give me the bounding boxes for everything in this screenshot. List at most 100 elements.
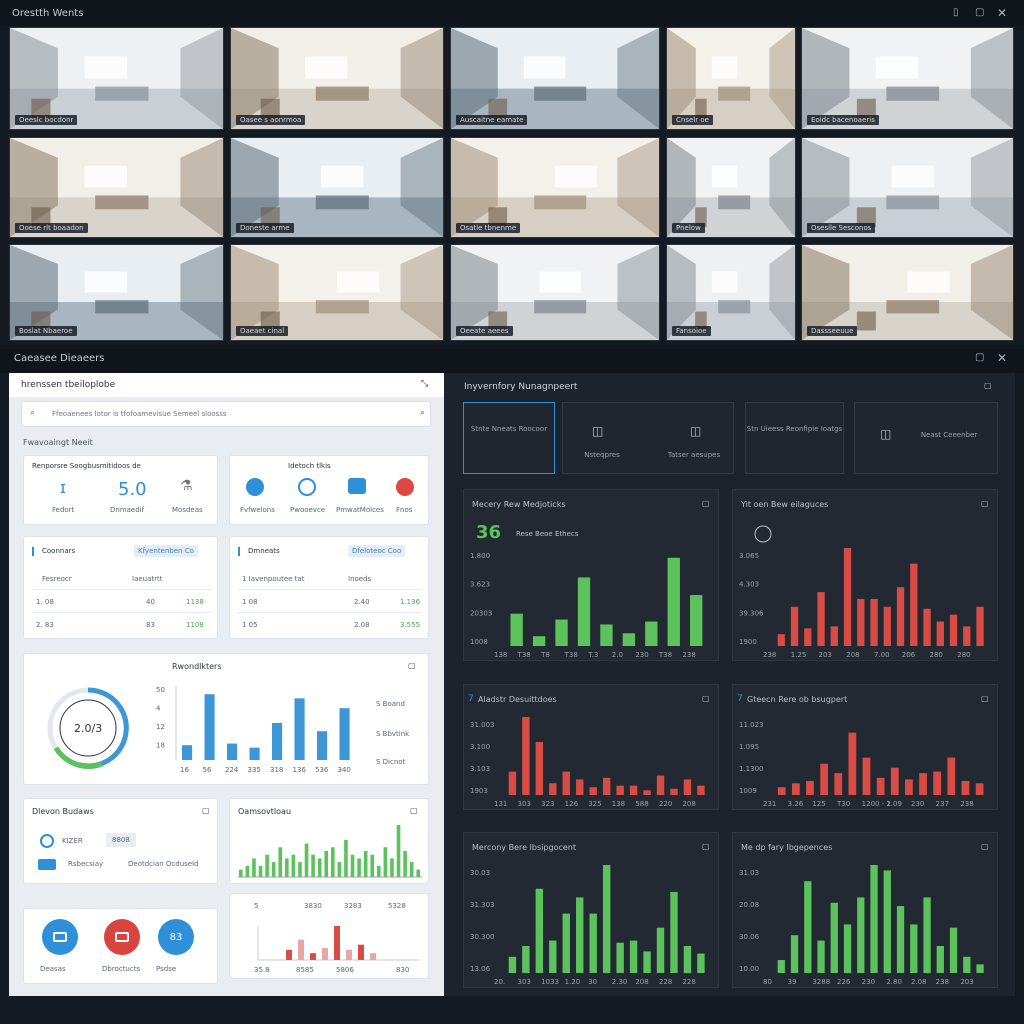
bar	[589, 787, 597, 795]
tile-label: Tatser aesupes	[667, 451, 721, 459]
table-cell: 1 05	[242, 621, 258, 629]
chat-icon[interactable]: ▢	[981, 694, 989, 703]
camera-label: Ooese rlt boaadon	[15, 223, 88, 233]
chart-title: Aladstr Desuittdoes	[478, 695, 557, 704]
title-mark: 7	[737, 694, 743, 704]
minimize-icon[interactable]: ▯	[953, 7, 959, 18]
bar	[976, 606, 984, 646]
camera-feed[interactable]: Doneste arme	[230, 137, 444, 238]
camera-feed[interactable]: Eoidc bacenoaeris	[801, 27, 1014, 130]
search-bar[interactable]: ⌕ Ffeoaenees lotor is tfofoamevisue Seme…	[21, 401, 431, 427]
x-tick-label: 238	[936, 978, 949, 986]
bar	[204, 694, 215, 760]
x-tick-label: 238	[960, 800, 973, 808]
bar	[278, 847, 283, 877]
camera-feed[interactable]: Oeeate aeees	[450, 244, 660, 341]
x-tick-label: 8585	[296, 966, 314, 974]
y-tick-label: 3.103	[470, 765, 490, 773]
camera-feed[interactable]: Cnselr oe	[666, 27, 796, 130]
legend-item: S Boand	[376, 700, 405, 708]
chart-card: Mecery Rew Medjoticks ▢ 36 Rese Beoe Ethecs…	[463, 489, 719, 661]
maximize-icon[interactable]: ▢	[975, 7, 984, 18]
grid-icon[interactable]	[348, 478, 366, 494]
chat-icon[interactable]: ▢	[702, 842, 710, 851]
x-tick-label: 203	[819, 651, 832, 659]
stat-tile[interactable]	[463, 402, 555, 474]
x-tick-label: 1.25	[791, 651, 807, 659]
x-tick-label: 138	[494, 651, 507, 659]
x-tick-label: 208	[846, 651, 859, 659]
camera-feed[interactable]: Boslat Nbaeroe	[9, 244, 224, 341]
target-icon[interactable]	[298, 478, 316, 496]
close-icon[interactable]: ✕	[997, 6, 1007, 20]
camera-feed[interactable]: Osatie tbnenme	[450, 137, 660, 238]
camera-label: Boslat Nbaeroe	[15, 326, 77, 336]
alert-icon[interactable]	[396, 478, 414, 496]
y-tick-label: 1009	[739, 787, 757, 795]
bar	[848, 732, 857, 795]
maximize-icon[interactable]: ▢	[975, 352, 984, 363]
location-icon[interactable]	[246, 478, 264, 496]
bar	[697, 953, 705, 973]
y-tick-label: 3.623	[470, 581, 490, 589]
camera-feed[interactable]: Auscaitne eamate	[450, 27, 660, 130]
camera-feed[interactable]: Oeeslc bocdonr	[9, 27, 224, 130]
chat-icon[interactable]: ▢	[410, 806, 418, 815]
chat-icon[interactable]: ▢	[702, 694, 710, 703]
y-tick-label: 13.06	[470, 965, 491, 973]
collapse-icon[interactable]: ⤡	[421, 379, 428, 389]
chat-icon[interactable]: ▢	[981, 499, 989, 508]
stat-tile[interactable]	[562, 402, 734, 474]
search-icon[interactable]: ⌕	[420, 408, 425, 418]
device-tag[interactable]: 8808	[106, 833, 136, 847]
bar	[616, 942, 624, 973]
bar	[304, 843, 309, 877]
bar	[834, 773, 843, 795]
camera-feed[interactable]: Osesile Sesconos	[801, 137, 1014, 238]
chat-icon[interactable]: ▢	[408, 661, 416, 670]
filter-tag[interactable]: Dfeloteoc Coo	[348, 545, 406, 557]
bar	[949, 927, 958, 973]
bar	[344, 839, 348, 877]
bar	[667, 557, 680, 646]
bar	[227, 743, 238, 760]
bar	[862, 757, 871, 795]
search-input[interactable]: Ffeoaenees lotor is tfofoamevisue Semeel…	[52, 410, 227, 418]
badge-icon[interactable]: 83	[158, 919, 194, 955]
chat-icon[interactable]: ▢	[984, 381, 992, 390]
bar	[549, 783, 557, 795]
camera-feed[interactable]: Oaeaet cinal	[230, 244, 444, 341]
bar	[396, 825, 401, 877]
summary-card-title: Renporsre Soogbusmitidoos de	[32, 462, 141, 470]
filter-tag[interactable]: Kfyentenben Co	[134, 545, 198, 557]
subhead: Fwavoaingt Neeit	[23, 438, 93, 447]
camera-label: Oaeaet cinal	[236, 326, 289, 336]
accent-bar	[32, 547, 34, 556]
chat-icon[interactable]: ▢	[702, 499, 710, 508]
bar	[896, 906, 905, 973]
green-card-title: Oamsovtloau	[238, 807, 292, 816]
camera-feed[interactable]: Oasee s aonrmoa	[230, 27, 444, 130]
x-tick-label: 303	[518, 978, 531, 986]
gauge-chart-card: Rwondlkters ▢ 2.0/3 50 4 12 18 16 56 224 335 318…	[23, 653, 429, 785]
x-tick-label: 138	[612, 800, 625, 808]
home-icon[interactable]	[104, 919, 140, 955]
y-tick-label: 50	[156, 686, 165, 694]
stat-tile[interactable]	[745, 402, 844, 474]
accent-bar	[238, 547, 240, 556]
camera-feed[interactable]: Ooese rlt boaadon	[9, 137, 224, 238]
y-tick-label: 30.03	[470, 869, 490, 877]
camera-feed[interactable]: Pnelow	[666, 137, 796, 238]
calendar-icon[interactable]	[42, 919, 78, 955]
camera-feed[interactable]: Fansoioe	[666, 244, 796, 341]
bar	[790, 935, 799, 973]
bar	[562, 913, 570, 973]
close-icon[interactable]: ✕	[997, 351, 1007, 365]
x-tick-label: T38	[658, 651, 672, 659]
chat-icon[interactable]: ▢	[981, 842, 989, 851]
camera-feed[interactable]: Dassseeuue	[801, 244, 1014, 341]
chat-icon[interactable]: ▢	[202, 806, 210, 815]
bar	[804, 881, 812, 973]
camera-label: Dassseeuue	[807, 326, 858, 336]
bar	[905, 779, 913, 795]
